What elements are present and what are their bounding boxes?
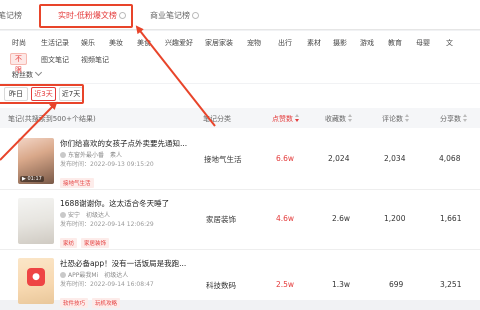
note-thumbnail[interactable] xyxy=(18,198,54,244)
author-level: 初级达人 xyxy=(86,212,111,219)
col-collects[interactable]: 收藏数 xyxy=(325,114,353,124)
notes-table: 笔记(共搜索到500+个结果) 笔记分类 点赞数 收藏数 评论数 分享数 ▶ 0… xyxy=(0,104,480,308)
note-type-all[interactable]: 不限 xyxy=(10,53,27,74)
comments-cell: 699 xyxy=(389,280,404,289)
col-category: 笔记分类 xyxy=(203,115,231,123)
col-collects-label: 收藏数 xyxy=(325,115,346,123)
category-option[interactable]: 家居家装 xyxy=(205,38,233,48)
video-duration: ▶ 01:17 xyxy=(20,176,44,182)
category-cell: 接地气生活 xyxy=(204,155,242,164)
col-comments-label: 评论数 xyxy=(382,115,403,123)
category-option[interactable]: 娱乐 xyxy=(81,38,95,48)
table-row[interactable]: ▶ 01:17 你们给喜欢的女孩子点外卖要先通知... 东窗外最小番 素人 发布时… xyxy=(0,130,480,190)
note-title[interactable]: 社恐必备app！没有一话饭局是我跑... xyxy=(60,258,210,269)
chevron-down-icon xyxy=(34,68,43,77)
col-note-label: 笔记 xyxy=(8,115,22,123)
avatar xyxy=(60,152,66,158)
tab-commercial-notes[interactable]: 商业笔记榜 xyxy=(150,10,199,21)
publish-time: 发布时间：2022-09-14 16:08:47 xyxy=(60,281,154,288)
col-shares[interactable]: 分享数 xyxy=(440,114,468,124)
fans-dropdown-label: 粉丝数 xyxy=(12,71,33,79)
col-note: 笔记(共搜索到500+个结果) xyxy=(8,114,96,124)
note-thumbnail[interactable]: ● xyxy=(18,258,54,304)
category-option[interactable]: 时尚 xyxy=(12,38,26,48)
author-name: APP最我Mi xyxy=(68,272,99,279)
author-level: 初级达人 xyxy=(104,272,129,279)
likes-cell: 2.5w xyxy=(276,280,295,289)
category-option[interactable]: 文 xyxy=(446,38,453,48)
category-option[interactable]: 摄影 xyxy=(333,38,347,48)
note-title[interactable]: 你们给喜欢的女孩子点外卖要先通知... xyxy=(60,138,210,149)
tag-list: 家纺 家居装饰 xyxy=(60,230,113,249)
note-author[interactable]: 东窗外最小番 素人 xyxy=(60,150,122,159)
table-row[interactable]: ● 社恐必备app！没有一话饭局是我跑... APP最我Mi 初级达人 发布时间：… xyxy=(0,250,480,310)
sort-icon xyxy=(405,114,410,122)
collects-cell: 2,024 xyxy=(328,154,350,163)
category-option[interactable]: 美食 xyxy=(137,38,151,48)
note-tag[interactable]: 家居装饰 xyxy=(81,238,110,248)
collects-cell: 1.3w xyxy=(332,280,351,289)
table-header: 笔记(共搜索到500+个结果) 笔记分类 点赞数 收藏数 评论数 分享数 xyxy=(0,108,480,128)
annotation-box-tab xyxy=(39,4,133,28)
category-option[interactable]: 素材 xyxy=(307,38,321,48)
note-tag[interactable]: 接地气生活 xyxy=(60,178,94,188)
category-cell: 家居装饰 xyxy=(206,215,236,224)
period-selector: 昨日 近3天 近7天 xyxy=(0,84,480,104)
publish-time: 发布时间：2022-09-13 09:15:20 xyxy=(60,161,154,168)
comments-cell: 1,200 xyxy=(384,214,406,223)
col-shares-label: 分享数 xyxy=(440,115,461,123)
info-icon xyxy=(192,12,199,19)
filter-panel: 时尚 生活记录 娱乐 美妆 美食 兴趣爱好 家居家装 宠物 出行 素材 摄影 游… xyxy=(0,31,480,83)
note-author[interactable]: 安宁 初级达人 xyxy=(60,210,110,219)
fans-dropdown[interactable]: 粉丝数 xyxy=(12,68,43,80)
author-level: 素人 xyxy=(110,152,123,159)
note-title[interactable]: 1688谢谢你。这太适合冬天睡了 xyxy=(60,198,210,209)
author-name: 东窗外最小番 xyxy=(68,152,105,159)
sort-icon xyxy=(348,114,353,122)
avatar xyxy=(60,272,66,278)
note-thumbnail[interactable]: ▶ 01:17 xyxy=(18,138,54,184)
collects-cell: 2.6w xyxy=(332,214,351,223)
avatar xyxy=(60,212,66,218)
col-likes-label: 点赞数 xyxy=(272,115,293,123)
category-option[interactable]: 美妆 xyxy=(109,38,123,48)
category-option[interactable]: 母婴 xyxy=(416,38,430,48)
note-type-image[interactable]: 图文笔记 xyxy=(41,55,69,65)
col-comments[interactable]: 评论数 xyxy=(382,114,410,124)
likes-cell: 6.6w xyxy=(276,154,295,163)
tab-note-ranking[interactable]: 笔记榜 xyxy=(0,10,22,21)
col-likes[interactable]: 点赞数 xyxy=(272,114,300,124)
publish-time: 发布时间：2022-09-14 12:06:29 xyxy=(60,221,154,228)
comments-cell: 2,034 xyxy=(384,154,406,163)
likes-cell: 4.6w xyxy=(276,214,295,223)
category-option[interactable]: 兴趣爱好 xyxy=(165,38,193,48)
table-row[interactable]: 1688谢谢你。这太适合冬天睡了 安宁 初级达人 发布时间：2022-09-14 … xyxy=(0,190,480,250)
note-author[interactable]: APP最我Mi 初级达人 xyxy=(60,270,128,279)
note-tag[interactable]: 家纺 xyxy=(60,238,78,248)
ranking-tabs: 笔记榜 实时-低粉爆文榜 商业笔记榜 xyxy=(0,0,480,30)
category-option[interactable]: 出行 xyxy=(278,38,292,48)
category-option[interactable]: 教育 xyxy=(388,38,402,48)
shares-cell: 4,068 xyxy=(439,154,461,163)
tag-list: 接地气生活 xyxy=(60,170,98,189)
note-type-video[interactable]: 视频笔记 xyxy=(81,55,109,65)
sort-icon xyxy=(463,114,468,122)
annotation-box-period xyxy=(0,84,84,104)
shares-cell: 3,251 xyxy=(440,280,462,289)
category-cell: 科技数码 xyxy=(206,281,236,290)
shares-cell: 1,661 xyxy=(440,214,462,223)
result-count: (共搜索到500+个结果) xyxy=(22,115,96,123)
sort-icon xyxy=(295,114,300,122)
category-option[interactable]: 宠物 xyxy=(247,38,261,48)
play-icon: ▶ xyxy=(22,176,26,182)
duration-text: 01:17 xyxy=(27,176,42,182)
app-icon: ● xyxy=(27,268,45,286)
category-option[interactable]: 游戏 xyxy=(360,38,374,48)
category-option[interactable]: 生活记录 xyxy=(41,38,69,48)
tab-commercial-label: 商业笔记榜 xyxy=(150,11,190,20)
author-name: 安宁 xyxy=(68,212,81,219)
